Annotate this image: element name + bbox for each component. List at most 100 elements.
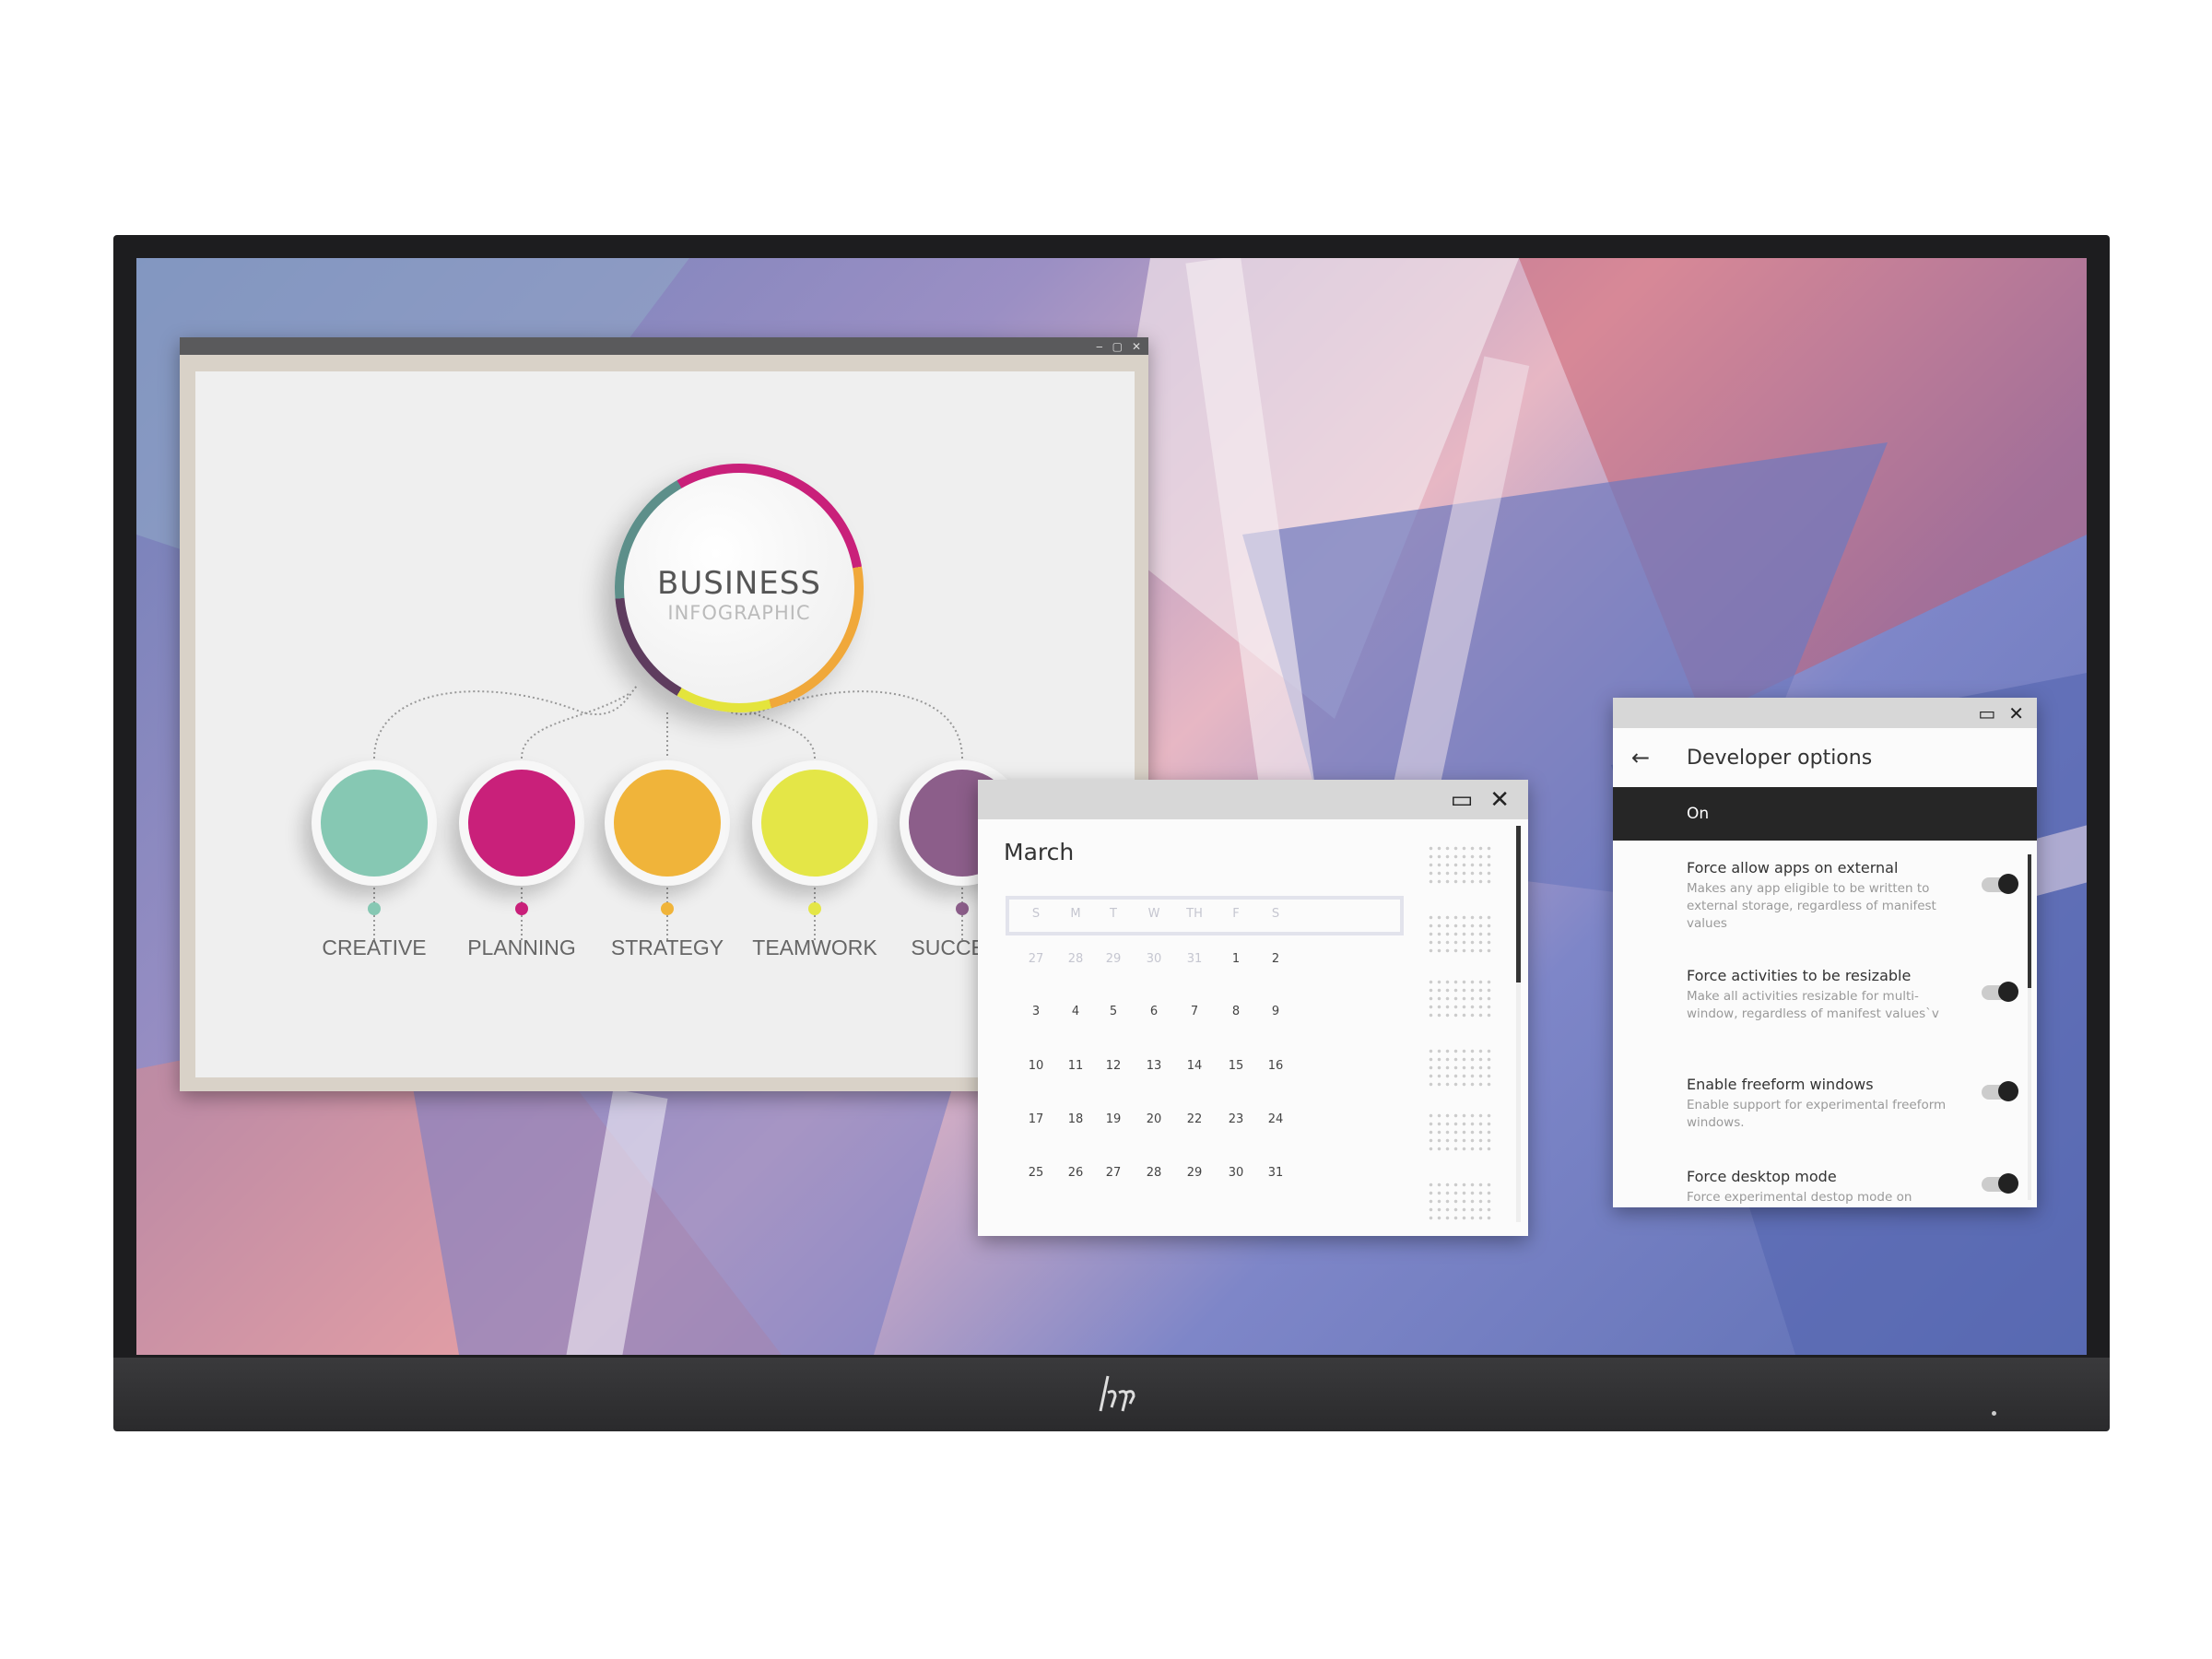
calendar-day[interactable]: 30 — [1218, 1166, 1254, 1180]
calendar-titlebar: ▭ ✕ — [978, 780, 1528, 819]
power-led — [1992, 1411, 1996, 1416]
node-label: STRATEGY — [610, 935, 724, 959]
calendar-day[interactable]: 7 — [1176, 1005, 1213, 1018]
setting-toggle[interactable] — [1982, 1081, 2018, 1101]
calendar-day[interactable]: 8 — [1218, 1005, 1254, 1018]
calendar-day[interactable]: 11 — [1057, 1059, 1094, 1073]
setting-item: Force allow apps on external Makes any a… — [1687, 859, 1963, 933]
setting-description: Make all activities resizable for multi-… — [1687, 989, 1939, 1021]
calendar-day[interactable]: 13 — [1135, 1059, 1172, 1073]
presentation-titlebar: ‒ ▢ ✕ — [180, 337, 1148, 355]
dot-pattern — [1427, 1112, 1491, 1153]
setting-item: Force activities to be resizable Make al… — [1687, 967, 1963, 1023]
weekday-label: W — [1147, 907, 1160, 921]
weekday-label: T — [1110, 907, 1117, 921]
calendar-day[interactable]: 9 — [1257, 1005, 1294, 1018]
calendar-day[interactable]: 17 — [1018, 1112, 1054, 1126]
dot-pattern — [1427, 1181, 1491, 1222]
node-dot — [661, 902, 674, 915]
calendar-day[interactable]: 29 — [1176, 1166, 1213, 1180]
node-label: TEAMWORK — [752, 935, 877, 959]
calendar-day[interactable]: 18 — [1057, 1112, 1094, 1126]
setting-description: Makes any app eligible to be written to … — [1687, 881, 1936, 931]
dot-pattern — [1427, 978, 1491, 1019]
calendar-day[interactable]: 24 — [1257, 1112, 1294, 1126]
close-icon[interactable]: ✕ — [1489, 786, 1510, 814]
node-label: CREATIVE — [322, 935, 427, 959]
calendar-day[interactable]: 15 — [1218, 1059, 1254, 1073]
setting-toggle[interactable] — [1982, 982, 2018, 1002]
weekday-label: S — [1031, 907, 1041, 921]
scrollbar[interactable] — [1516, 826, 1521, 1222]
infographic-node — [459, 760, 584, 886]
calendar-day[interactable]: 20 — [1135, 1112, 1172, 1126]
master-toggle-row[interactable]: On — [1613, 787, 2037, 841]
hp-logo — [1099, 1375, 1135, 1412]
business-infographic-hub: BUSINESS INFOGRAPHIC — [615, 464, 864, 712]
calendar-day[interactable]: 4 — [1057, 1005, 1094, 1018]
calendar-day[interactable]: 12 — [1095, 1059, 1132, 1073]
infographic-node — [605, 760, 730, 886]
infographic-node — [312, 760, 437, 886]
node-label: PLANNING — [467, 935, 576, 959]
dot-pattern — [1427, 913, 1491, 955]
calendar-day[interactable]: 10 — [1018, 1059, 1054, 1073]
calendar-window: ▭ ✕ March S M T W TH F S 27 28 29 30 31 1 2 3 4 5 6 7 8 9 10 1… — [978, 780, 1528, 1236]
weekday-label: F — [1232, 907, 1240, 921]
close-button[interactable]: ✕ — [1132, 340, 1141, 353]
page-title: Developer options — [1687, 746, 1873, 770]
weekday-label: S — [1271, 907, 1280, 921]
close-icon[interactable]: ✕ — [2008, 702, 2024, 724]
setting-item: Enable freeform windows Enable support f… — [1687, 1076, 1963, 1132]
monitor-chin — [113, 1358, 2110, 1431]
setting-title: Force desktop mode — [1687, 1168, 1837, 1185]
setting-title: Force activities to be resizable — [1687, 967, 1912, 984]
calendar-day[interactable]: 3 — [1018, 1005, 1054, 1018]
setting-item: Force desktop mode Force experimental de… — [1687, 1168, 1963, 1206]
minimize-button[interactable]: ‒ — [1096, 340, 1103, 353]
setting-description: Enable support for experimental freeform… — [1687, 1098, 1947, 1130]
calendar-day[interactable]: 31 — [1176, 952, 1213, 966]
calendar-day[interactable]: 6 — [1135, 1005, 1172, 1018]
calendar-day[interactable]: 29 — [1095, 952, 1132, 966]
infographic-subtitle: INFOGRAPHIC — [667, 602, 811, 624]
window-snap-icon[interactable]: ▭ — [1978, 702, 1995, 724]
developer-options-window: ▭ ✕ ← Developer options On Force allow a… — [1613, 698, 2037, 1207]
infographic-title: BUSINESS — [657, 565, 821, 602]
calendar-day[interactable]: 30 — [1135, 952, 1172, 966]
dev-titlebar: ▭ ✕ — [1613, 698, 2037, 728]
calendar-day[interactable]: 25 — [1018, 1166, 1054, 1180]
calendar-day[interactable]: 22 — [1176, 1112, 1213, 1126]
node-dot — [808, 902, 821, 915]
calendar-day[interactable]: 1 — [1218, 952, 1254, 966]
infographic-node — [752, 760, 877, 886]
calendar-day[interactable]: 27 — [1095, 1166, 1132, 1180]
calendar-day[interactable]: 28 — [1135, 1166, 1172, 1180]
calendar-day[interactable]: 2 — [1257, 952, 1294, 966]
setting-toggle[interactable] — [1982, 1173, 2018, 1194]
node-dot — [515, 902, 528, 915]
calendar-day[interactable]: 26 — [1057, 1166, 1094, 1180]
node-dot — [368, 902, 381, 915]
weekday-label: TH — [1186, 907, 1203, 921]
calendar-day[interactable]: 19 — [1095, 1112, 1132, 1126]
calendar-day[interactable]: 28 — [1057, 952, 1094, 966]
setting-title: Enable freeform windows — [1687, 1076, 1874, 1093]
calendar-day[interactable]: 31 — [1257, 1166, 1294, 1180]
month-title: March — [1004, 839, 1075, 865]
back-arrow-icon[interactable]: ← — [1613, 745, 1687, 771]
master-toggle-label: On — [1687, 805, 1710, 823]
setting-toggle[interactable] — [1982, 874, 2018, 894]
weekday-label: M — [1070, 907, 1081, 921]
maximize-button[interactable]: ▢ — [1112, 340, 1123, 353]
calendar-day[interactable]: 27 — [1018, 952, 1054, 966]
window-snap-icon[interactable]: ▭ — [1451, 786, 1474, 814]
dot-pattern — [1427, 844, 1491, 886]
calendar-day[interactable]: 14 — [1176, 1059, 1213, 1073]
calendar-day[interactable]: 5 — [1095, 1005, 1132, 1018]
dot-pattern — [1427, 1047, 1491, 1088]
scrollbar[interactable] — [2028, 854, 2031, 1200]
calendar-day[interactable]: 23 — [1218, 1112, 1254, 1126]
setting-description: Force experimental destop mode on — [1687, 1190, 1912, 1205]
calendar-day[interactable]: 16 — [1257, 1059, 1294, 1073]
